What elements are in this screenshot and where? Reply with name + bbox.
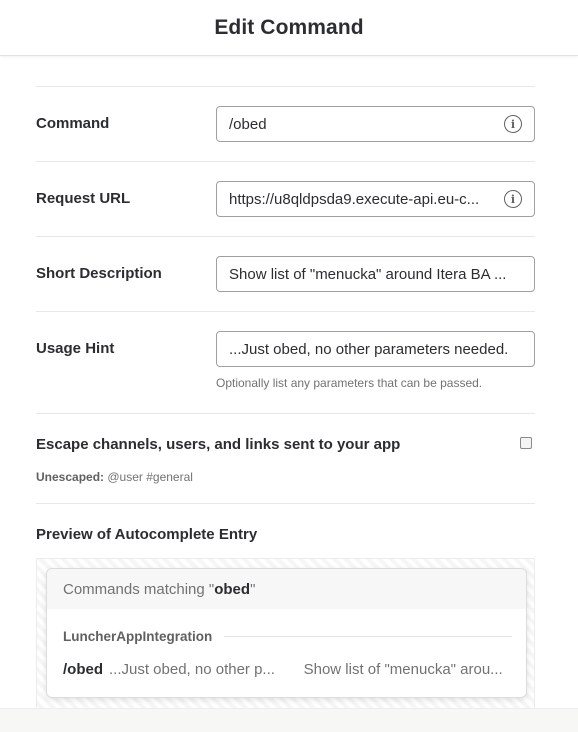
request-url-row: Request URL https://u8qldpsda9.execute-a…: [36, 162, 535, 236]
page-title: Edit Command: [214, 15, 364, 39]
command-value: /obed: [229, 115, 267, 133]
autocomplete-app-row: LuncherAppIntegration: [63, 629, 512, 644]
matching-term: obed: [214, 580, 251, 598]
command-label: Command: [36, 115, 110, 132]
matching-prefix: Commands matching ": [63, 580, 215, 598]
short-description-value: Show list of "menucka" around Itera BA .…: [229, 265, 507, 283]
entry-usage: ...Just obed, no other p...: [109, 661, 275, 678]
autocomplete-entry: /obed ...Just obed, no other p... Show l…: [63, 661, 512, 678]
request-url-label: Request URL: [36, 190, 131, 207]
usage-hint-label: Usage Hint: [36, 340, 115, 357]
unescaped-value: @user #general: [107, 470, 193, 484]
preview-title: Preview of Autocomplete Entry: [36, 526, 258, 543]
usage-hint-help: Optionally list any parameters that can …: [216, 376, 483, 390]
unescaped-example: Unescaped: @user #general: [36, 470, 193, 484]
entry-description: Show list of "menucka" arou...: [303, 661, 503, 678]
autocomplete-preview: Commands matching " obed " LuncherAppInteg…: [36, 558, 535, 718]
short-description-label: Short Description: [36, 265, 162, 282]
request-url-value: https://u8qldpsda9.execute-api.eu-c...: [229, 190, 480, 208]
escape-row: Escape channels, users, and links sent t…: [36, 414, 535, 503]
divider: [224, 636, 512, 637]
usage-hint-input[interactable]: ...Just obed, no other parameters needed…: [216, 331, 535, 367]
unescaped-label: Unescaped:: [36, 470, 105, 484]
info-icon[interactable]: i: [504, 115, 522, 133]
short-description-row: Short Description Show list of "menucka"…: [36, 237, 535, 311]
escape-label: Escape channels, users, and links sent t…: [36, 436, 401, 453]
app-name: LuncherAppIntegration: [63, 629, 213, 644]
usage-hint-value: ...Just obed, no other parameters needed…: [229, 340, 509, 358]
usage-hint-row: Usage Hint ...Just obed, no other parame…: [36, 312, 535, 413]
command-row: Command /obed i: [36, 87, 535, 161]
request-url-input[interactable]: https://u8qldpsda9.execute-api.eu-c... i: [216, 181, 535, 217]
escape-checkbox[interactable]: [520, 437, 532, 449]
modal-footer: [0, 708, 578, 732]
entry-command: /obed: [63, 661, 103, 678]
modal-header: Edit Command: [0, 0, 578, 56]
command-input[interactable]: /obed i: [216, 106, 535, 142]
autocomplete-popup: Commands matching " obed " LuncherAppInteg…: [46, 568, 527, 698]
autocomplete-header: Commands matching " obed ": [47, 569, 526, 609]
edit-command-form: Command /obed i Request URL https://u8ql…: [36, 86, 535, 554]
matching-suffix: ": [250, 580, 256, 598]
preview-title-row: Preview of Autocomplete Entry: [36, 504, 535, 554]
short-description-input[interactable]: Show list of "menucka" around Itera BA .…: [216, 256, 535, 292]
info-icon[interactable]: i: [504, 190, 522, 208]
